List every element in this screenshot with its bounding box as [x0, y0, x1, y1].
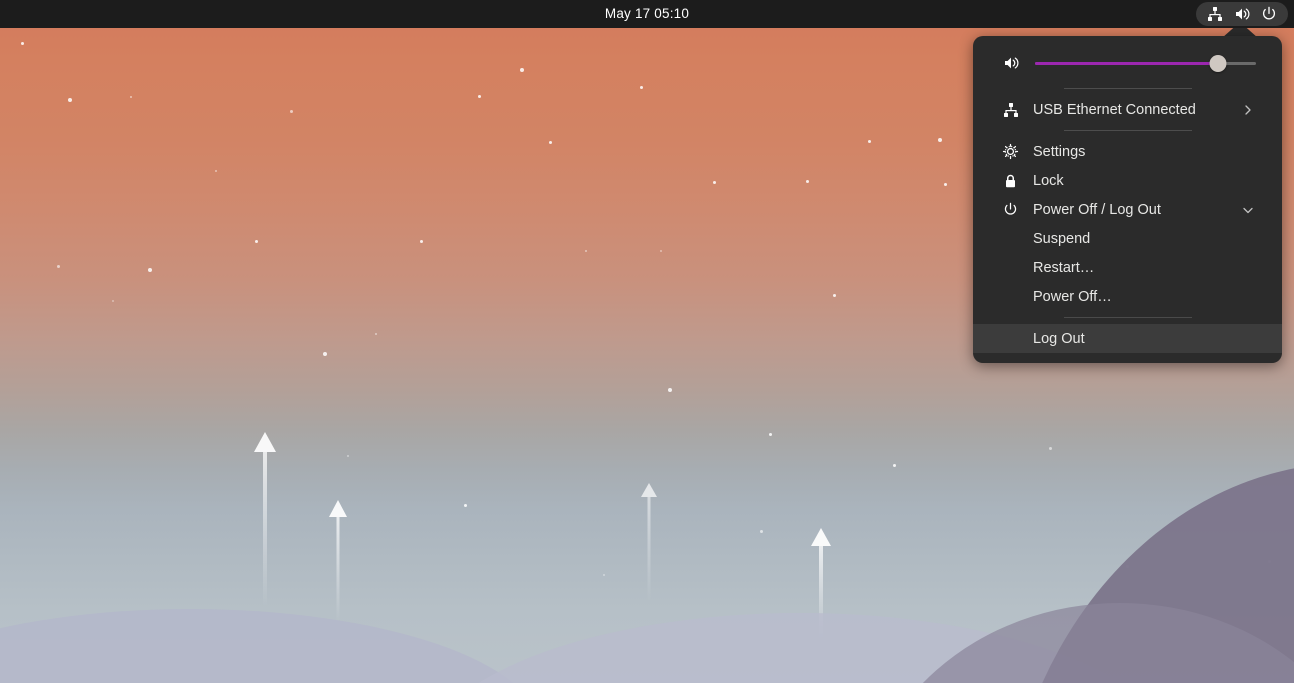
star	[57, 265, 60, 268]
menu-item-label: USB Ethernet Connected	[1033, 101, 1196, 118]
star	[806, 180, 809, 183]
star	[68, 98, 72, 102]
star	[290, 110, 293, 113]
menu-item-label: Power Off / Log Out	[1033, 201, 1161, 218]
star	[478, 95, 481, 98]
star	[255, 240, 258, 243]
system-status-menu: USB Ethernet Connected Settings Lock Pow…	[973, 36, 1282, 363]
star	[549, 141, 552, 144]
power-icon[interactable]	[1260, 5, 1278, 23]
star	[21, 42, 24, 45]
star	[464, 504, 467, 507]
separator	[1063, 130, 1192, 131]
volume-slider-row	[973, 44, 1282, 82]
gear-icon	[1001, 143, 1020, 160]
star	[713, 181, 716, 184]
menu-item-label: Suspend	[1033, 230, 1091, 247]
star	[938, 138, 942, 142]
menu-item-restart[interactable]: Restart…	[973, 253, 1282, 282]
desktop-screen: May 17 05:10 USB Ethernet Connected Sett…	[0, 0, 1294, 683]
star	[1049, 447, 1052, 450]
star	[833, 294, 836, 297]
star	[148, 268, 152, 272]
volume-icon[interactable]	[1233, 5, 1251, 23]
volume-icon[interactable]	[1001, 55, 1021, 71]
star	[868, 140, 871, 143]
star	[420, 240, 423, 243]
star	[893, 464, 896, 467]
star	[769, 433, 772, 436]
volume-slider-fill	[1035, 61, 1219, 65]
star	[640, 86, 643, 89]
chevron-right-icon[interactable]	[1240, 104, 1256, 116]
network-wired-icon[interactable]	[1206, 5, 1224, 23]
menu-item-label: Restart…	[1033, 259, 1095, 276]
power-icon	[1001, 202, 1020, 217]
menu-item-power-off-log-out[interactable]: Power Off / Log Out	[973, 195, 1282, 224]
separator	[1063, 317, 1192, 318]
star	[112, 300, 114, 302]
volume-slider[interactable]	[1035, 54, 1256, 72]
star	[585, 250, 587, 252]
star	[347, 455, 349, 457]
star	[603, 574, 605, 576]
menu-item-lock[interactable]: Lock	[973, 166, 1282, 195]
star	[323, 352, 327, 356]
status-menu-button[interactable]	[1196, 2, 1288, 26]
separator	[1063, 88, 1192, 89]
chevron-down-icon[interactable]	[1240, 204, 1256, 216]
clock[interactable]: May 17 05:10	[0, 0, 1294, 28]
star	[944, 183, 947, 186]
network-wired-icon	[1001, 102, 1020, 118]
menu-item-label: Log Out	[1033, 330, 1085, 347]
hill-light-left	[0, 609, 540, 683]
menu-item-log-out[interactable]: Log Out	[973, 324, 1282, 353]
menu-item-label: Power Off…	[1033, 288, 1112, 305]
star	[668, 388, 672, 392]
star	[760, 530, 763, 533]
top-bar: May 17 05:10	[0, 0, 1294, 28]
menu-item-settings[interactable]: Settings	[973, 137, 1282, 166]
star	[130, 96, 132, 98]
menu-item-label: Settings	[1033, 143, 1086, 160]
menu-item-suspend[interactable]: Suspend	[973, 224, 1282, 253]
star	[215, 170, 217, 172]
star	[660, 250, 662, 252]
menu-item-power-off[interactable]: Power Off…	[973, 282, 1282, 311]
menu-item-network[interactable]: USB Ethernet Connected	[973, 95, 1282, 124]
lock-icon	[1001, 173, 1020, 189]
volume-slider-handle[interactable]	[1209, 54, 1227, 72]
star	[520, 68, 524, 72]
menu-item-label: Lock	[1033, 172, 1064, 189]
star	[375, 333, 377, 335]
